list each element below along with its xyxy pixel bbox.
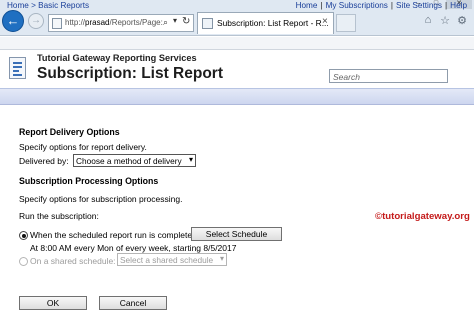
- new-tab-button[interactable]: [336, 14, 356, 32]
- back-button[interactable]: ←: [2, 10, 24, 32]
- dropdown-icon[interactable]: ▾: [173, 16, 177, 25]
- top-nav-bar: [0, 37, 474, 50]
- refresh-icon[interactable]: ↻: [182, 16, 190, 27]
- site-subtitle: Tutorial Gateway Reporting Services: [37, 53, 197, 63]
- chevron-down-icon: ▾: [219, 254, 224, 263]
- link-site-settings[interactable]: Site Settings: [396, 1, 442, 10]
- report-icon: [9, 57, 26, 79]
- delivery-description: Specify options for report delivery.: [19, 142, 147, 152]
- delivered-by-select[interactable]: Choose a method of delivery ▾: [73, 154, 196, 167]
- radio-shared-label: On a shared schedule:: [30, 256, 116, 266]
- tab-title: Subscription: List Report - R...: [217, 18, 329, 28]
- forward-arrow-icon: →: [31, 15, 41, 26]
- breadcrumb[interactable]: Home > Basic Reports: [7, 1, 89, 10]
- delivery-heading: Report Delivery Options: [19, 127, 120, 137]
- search-icon[interactable]: ⌕: [163, 17, 168, 28]
- link-separator: |: [390, 1, 394, 10]
- shared-schedule-value: Select a shared schedule: [120, 255, 214, 265]
- page-icon: [52, 18, 62, 29]
- delivered-by-value: Choose a method of delivery: [76, 156, 182, 166]
- home-icon[interactable]: ⌂: [421, 14, 435, 30]
- ok-button[interactable]: OK: [19, 296, 87, 310]
- radio-shared-schedule[interactable]: [19, 257, 28, 266]
- link-help[interactable]: Help: [450, 1, 467, 10]
- link-separator: |: [320, 1, 323, 10]
- run-label: Run the subscription:: [19, 211, 99, 221]
- processing-heading: Subscription Processing Options: [19, 176, 159, 186]
- page-title: Subscription: List Report: [37, 65, 223, 82]
- tools-gear-icon[interactable]: ⚙: [455, 14, 469, 30]
- link-separator: |: [445, 1, 448, 10]
- radio-scheduled[interactable]: [19, 231, 28, 240]
- delivered-by-label: Delivered by:: [19, 156, 69, 166]
- schedule-summary: At 8:00 AM every Mon of every week, star…: [30, 243, 237, 253]
- link-home[interactable]: Home: [296, 1, 318, 10]
- processing-description: Specify options for subscription process…: [19, 194, 183, 204]
- watermark: ©tutorialgateway.org: [375, 211, 470, 222]
- tab-page-icon: [202, 18, 213, 29]
- header-band: [0, 88, 474, 105]
- chevron-down-icon: ▾: [188, 155, 193, 164]
- cancel-button[interactable]: Cancel: [99, 296, 167, 310]
- close-tab-icon[interactable]: ×: [322, 16, 328, 27]
- link-my-subscriptions[interactable]: My Subscriptions: [326, 1, 388, 10]
- top-links: Home | My Subscriptions | Site Settings | Help: [296, 1, 467, 10]
- favorites-star-icon[interactable]: ☆: [438, 14, 452, 30]
- back-arrow-icon: ←: [6, 13, 20, 28]
- browser-tab[interactable]: Subscription: List Report - R... ×: [197, 12, 334, 34]
- shared-schedule-select[interactable]: Select a shared schedule ▾: [117, 253, 227, 266]
- address-url[interactable]: http://prasad/Reports/Page:: [65, 18, 163, 27]
- search-input[interactable]: Search: [329, 69, 448, 83]
- address-bar[interactable]: http://prasad/Reports/Page: ⌕ ▾ ↻: [48, 14, 194, 32]
- forward-button[interactable]: →: [28, 13, 44, 29]
- select-schedule-button[interactable]: Select Schedule: [191, 227, 282, 241]
- radio-scheduled-label: When the scheduled report run is complet…: [30, 230, 195, 240]
